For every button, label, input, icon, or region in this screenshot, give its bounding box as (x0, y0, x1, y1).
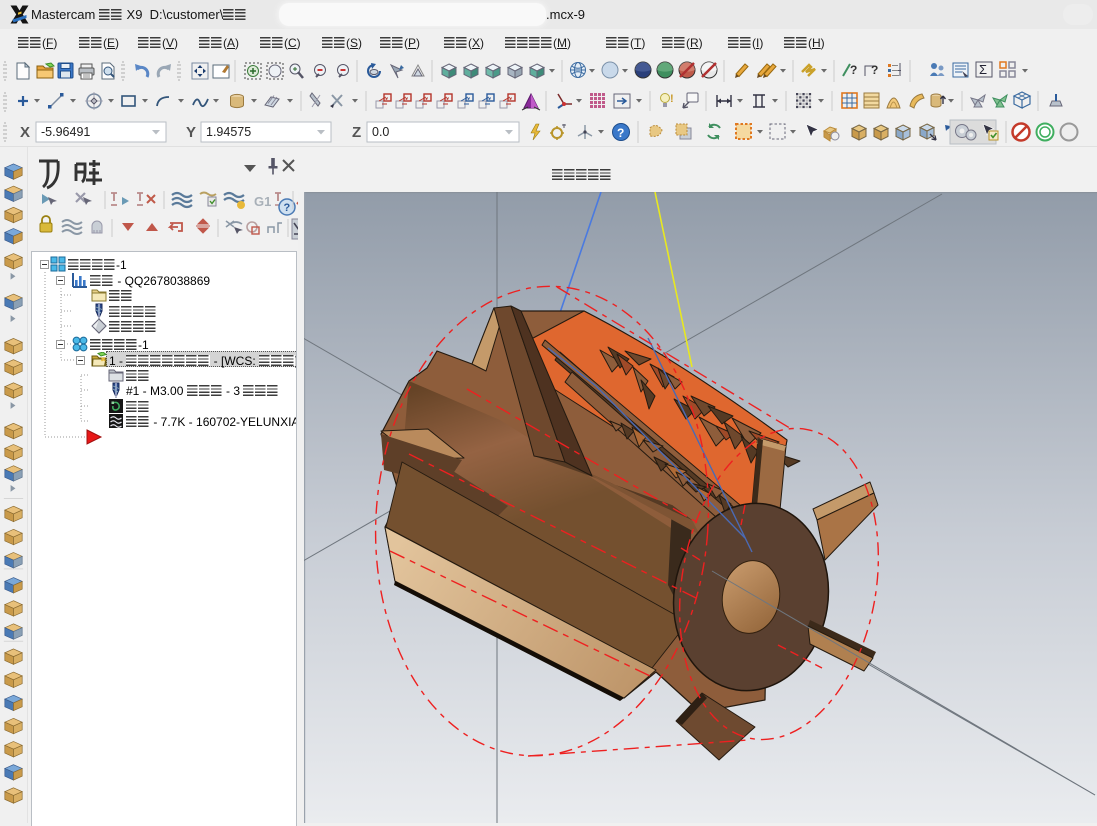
svg-text:?: ? (617, 126, 624, 140)
svg-text:!: ! (670, 93, 674, 105)
svg-text:Σ: Σ (979, 62, 987, 77)
svg-text:-5.96491: -5.96491 (41, 125, 90, 139)
svg-text:?: ? (871, 63, 878, 77)
svg-text:Z: Z (352, 124, 361, 141)
svg-text:Y: Y (186, 124, 196, 141)
svg-text:X: X (20, 124, 30, 141)
svg-text:?: ? (850, 63, 857, 77)
svg-text:1.94575: 1.94575 (206, 125, 251, 139)
svg-text:G1: G1 (254, 194, 271, 209)
svg-text:?: ? (284, 202, 291, 214)
svg-text:0.0: 0.0 (372, 125, 389, 139)
